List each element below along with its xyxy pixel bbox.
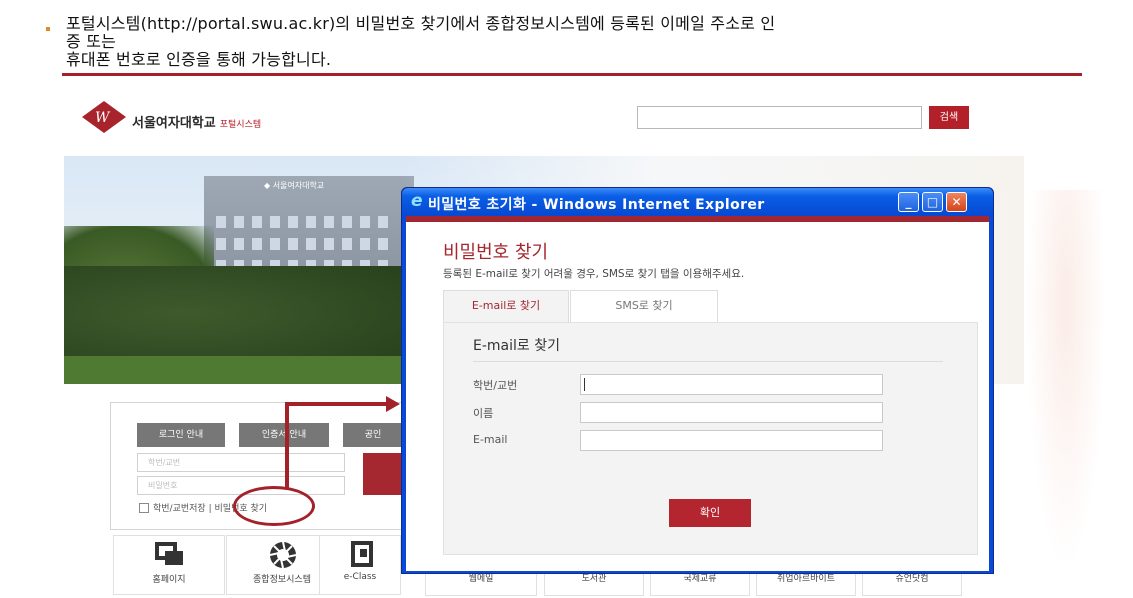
email-label: E-mail xyxy=(473,433,508,446)
tab-sms[interactable]: SMS로 찾기 xyxy=(570,290,718,322)
quick-link-label: 홈페이지 xyxy=(152,575,186,585)
ie-popup-window: e 비밀번호 초기화 - Windows Internet Explorer _… xyxy=(401,187,994,574)
logo-subtitle: 포털시스템 xyxy=(219,120,262,130)
save-id-checkbox[interactable] xyxy=(139,503,149,513)
portal-logo-text[interactable]: 서울여자대학교 포털시스템 xyxy=(132,112,261,131)
maximize-button[interactable]: □ xyxy=(922,192,943,212)
login-guide-tab[interactable]: 로그인 안내 xyxy=(137,423,225,447)
student-id-input[interactable] xyxy=(580,374,883,395)
popup-content: 비밀번호 찾기 등록된 E-mail로 찾기 어려울 경우, SMS로 찾기 탭… xyxy=(406,216,989,571)
email-find-panel: E-mail로 찾기 학번/교번 이름 E-mail 확인 xyxy=(443,322,978,555)
caption-line-1: 포털시스템(http://portal.swu.ac.kr)의 비밀번호 찾기에… xyxy=(66,14,776,33)
ie-logo-icon: e xyxy=(411,191,423,211)
university-logo-icon: W xyxy=(82,101,126,133)
annotation-arrow-vertical xyxy=(285,404,289,488)
homepage-icon xyxy=(152,540,188,570)
aperture-icon xyxy=(265,540,301,570)
certificate-guide-tab[interactable]: 인증서 안내 xyxy=(239,423,329,447)
name-input[interactable] xyxy=(580,402,883,423)
portal-search-button[interactable]: 검색 xyxy=(929,106,969,129)
save-id-label: 학번/교번저장 xyxy=(153,504,206,514)
caption-line-3: 휴대폰 번호로 인증을 통해 가능합니다. xyxy=(66,50,332,69)
annotation-arrow-horizontal xyxy=(285,402,390,406)
find-password-description: 등록된 E-mail로 찾기 어려울 경우, SMS로 찾기 탭을 이용해주세요… xyxy=(443,268,745,280)
caption-underline xyxy=(62,73,1082,76)
text-cursor xyxy=(584,378,585,391)
minimize-button[interactable]: _ xyxy=(898,192,919,212)
email-input[interactable] xyxy=(580,430,883,451)
svg-text:W: W xyxy=(95,110,111,126)
login-password-input[interactable]: 비밀번호 xyxy=(137,476,345,495)
confirm-button[interactable]: 확인 xyxy=(669,499,751,527)
building-sign: ◆ 서울여자대학교 xyxy=(264,181,325,190)
window-titlebar[interactable]: e 비밀번호 초기화 - Windows Internet Explorer _… xyxy=(402,188,993,215)
tab-email[interactable]: E-mail로 찾기 xyxy=(443,290,569,322)
public-cert-tab[interactable]: 공인 xyxy=(343,423,403,447)
portal-search-input[interactable] xyxy=(637,106,922,129)
caption-line-2: 증 또는 xyxy=(66,32,117,51)
instruction-caption: 포털시스템(http://portal.swu.ac.kr)의 비밀번호 찾기에… xyxy=(66,15,1106,69)
panel-title: E-mail로 찾기 xyxy=(473,338,560,354)
close-button[interactable]: ✕ xyxy=(946,192,967,212)
background-decoration xyxy=(1026,190,1106,570)
login-id-input[interactable]: 학번/교번 xyxy=(137,453,345,472)
quick-link-label: e-Class xyxy=(343,572,377,582)
student-id-label: 학번/교번 xyxy=(473,379,518,392)
annotation-circle xyxy=(233,486,315,526)
bullet-marker xyxy=(46,27,50,31)
logo-name: 서울여자대학교 xyxy=(132,116,216,131)
find-password-heading: 비밀번호 찾기 xyxy=(443,242,549,263)
quick-link-homepage[interactable]: 홈페이지 xyxy=(113,535,225,595)
name-label: 이름 xyxy=(473,407,494,420)
eclass-icon xyxy=(344,540,380,570)
annotation-arrow-head xyxy=(386,396,400,412)
window-title: 비밀번호 초기화 - Windows Internet Explorer xyxy=(428,197,765,213)
quick-link-eclass[interactable]: e-Class xyxy=(319,535,401,595)
link-separator: | xyxy=(208,504,212,514)
